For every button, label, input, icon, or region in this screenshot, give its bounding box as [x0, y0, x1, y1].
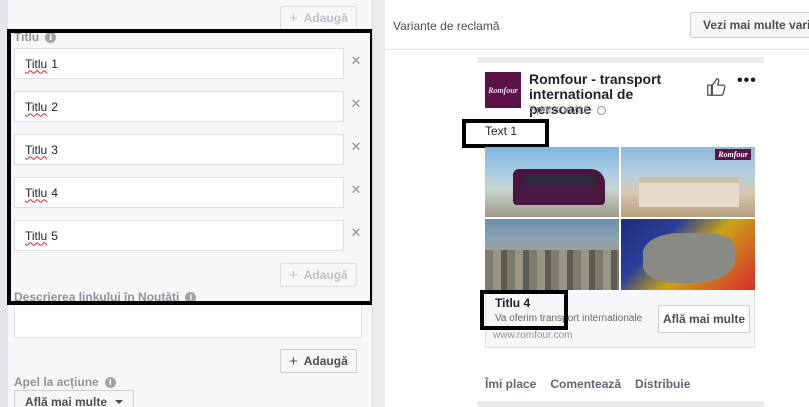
- ad-editor: + Adaugă Titlu i Titlu 1 ✕ Titlu 2 ✕ Titlu…: [0, 0, 809, 407]
- globe-icon: [596, 105, 606, 115]
- plus-icon: +: [289, 352, 298, 370]
- bus-shape: [513, 169, 605, 205]
- bus-image: [485, 147, 619, 217]
- variants-label: Variante de reclamă: [393, 19, 500, 33]
- text-highlight-box: [462, 119, 549, 148]
- palace-shape: [639, 177, 739, 207]
- preview-header: Variante de reclamă Vezi mai multe varia…: [385, 0, 809, 50]
- more-variants-button[interactable]: Vezi mai multe variante: [690, 12, 809, 38]
- map-shape: [643, 233, 735, 283]
- preview-bottom-separator: [477, 401, 764, 407]
- add-label: Adaugă: [303, 11, 348, 25]
- page-avatar[interactable]: Romfour: [485, 72, 521, 108]
- post-action-bar: Îmi place Comentează Distribuie: [485, 377, 690, 391]
- titles-highlight-box: [7, 29, 374, 305]
- caret-down-icon: [115, 400, 124, 404]
- comment-action[interactable]: Comentează: [550, 377, 621, 391]
- link-url[interactable]: www.romfour.com: [493, 330, 572, 341]
- add-label: Adaugă: [303, 354, 348, 368]
- add-text-button[interactable]: + Adaugă: [280, 6, 357, 30]
- city-image: [485, 219, 619, 290]
- cta-dropdown[interactable]: Află mai multe: [14, 390, 135, 407]
- ad-image-collage[interactable]: Romfour: [485, 147, 755, 290]
- link-description-input[interactable]: [14, 304, 362, 338]
- like-thumb-icon[interactable]: [705, 76, 727, 98]
- info-icon[interactable]: i: [104, 376, 116, 388]
- brand-badge: Romfour: [715, 149, 751, 160]
- preview-top-separator: [477, 57, 764, 63]
- link-title-highlight-box: [480, 290, 568, 330]
- share-action[interactable]: Distribuie: [635, 377, 690, 391]
- plus-icon: +: [289, 9, 298, 27]
- learn-more-button[interactable]: Află mai multe: [658, 305, 750, 333]
- more-options-icon[interactable]: •••: [737, 72, 757, 90]
- add-description-button[interactable]: + Adaugă: [280, 349, 357, 373]
- panel-divider: [372, 0, 385, 407]
- palace-image: Romfour: [621, 147, 755, 217]
- ad-settings-panel: + Adaugă Titlu i Titlu 1 ✕ Titlu 2 ✕ Titlu…: [0, 0, 374, 407]
- like-action[interactable]: Îmi place: [485, 377, 536, 391]
- map-image: [621, 219, 755, 290]
- ad-preview-panel: Variante de reclamă Vezi mai multe varia…: [385, 0, 809, 407]
- cta-section-label: Apel la acțiune i: [14, 375, 116, 389]
- city-shape: [485, 250, 619, 290]
- sponsored-label: Sponsorizat ·: [529, 104, 606, 116]
